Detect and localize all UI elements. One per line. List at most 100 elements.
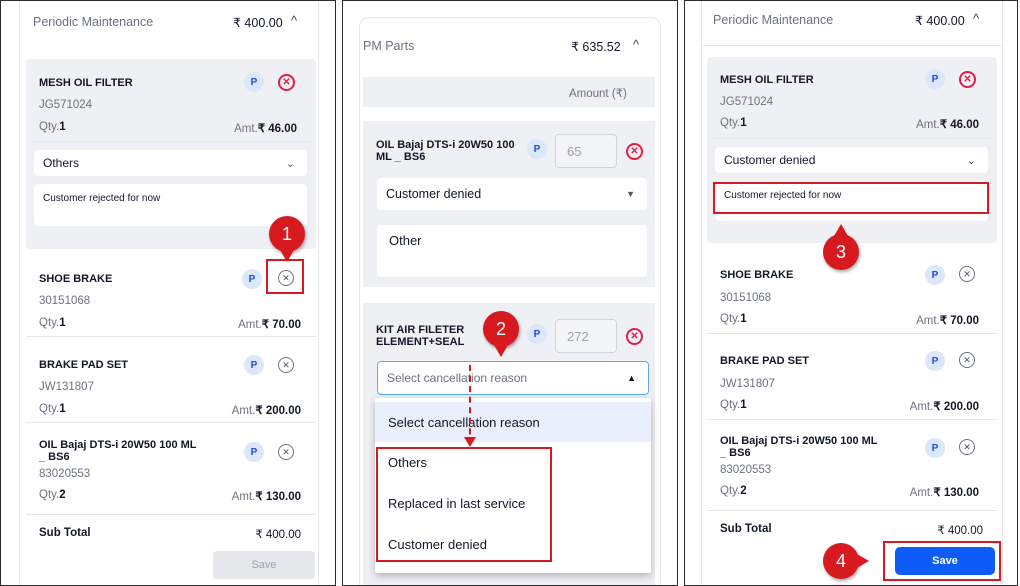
section-title: Periodic Maintenance [33,15,154,29]
section-title: Periodic Maintenance [713,13,834,27]
item-qty: Qty.1 [39,403,66,415]
panel-step-1: Periodic Maintenance ₹ 400.00 ^ MESH OIL… [0,0,336,586]
section-amount: ₹ 400.00 [915,14,965,28]
subtotal-value: ₹ 400.00 [255,529,301,541]
reason-select-value: Others [43,156,80,170]
reason-select[interactable]: Customer denied ▼ [377,178,647,210]
item-name: OIL Bajaj DTS-i 20W50 100 ML _ BS6 [376,139,515,163]
item-qty: Qty.2 [39,489,66,501]
highlight-box [376,447,552,562]
remove-item-icon[interactable]: ✕ [278,357,294,373]
p-badge-icon: P [244,72,264,92]
remove-item-icon[interactable]: ✕ [626,143,643,160]
divider [713,138,991,139]
item-code: 83020553 [720,464,772,476]
item-name: SHOE BRAKE [39,273,113,285]
p-badge-icon: P [925,438,945,458]
item-amount: Amt.₹ 46.00 [916,119,979,131]
divider [707,510,997,511]
p-badge-icon: P [244,442,264,462]
item-name: OIL Bajaj DTS-i 20W50 100 ML _ BS6 [720,435,878,459]
step-callout: 1 [269,216,305,262]
reason-select[interactable]: Others ⌄ [34,150,307,176]
item-amount: Amt.₹ 46.00 [234,123,297,135]
item-code: JW131807 [720,378,775,390]
section-amount: ₹ 635.52 [571,40,621,54]
divider [26,336,316,337]
comment-textarea[interactable]: Customer rejected for now [34,184,307,226]
reason-select-value: Customer denied [386,187,482,201]
step-callout: 2 [483,311,519,357]
chevron-up-icon[interactable]: ^ [291,13,297,28]
item-amount: Amt.₹ 130.00 [231,491,301,503]
reason-select[interactable]: Customer denied ⌄ [715,147,988,173]
item-name: KIT AIR FILETER ELEMENT+SEAL [376,324,465,348]
arrow-down-icon [464,437,476,447]
remove-item-icon[interactable]: ✕ [959,71,976,88]
p-badge-icon: P [925,351,945,371]
subtotal-label: Sub Total [39,527,91,539]
item-qty: Qty.1 [39,121,66,133]
row-separator [363,107,655,121]
item-amount: Amt.₹ 200.00 [231,405,301,417]
select-placeholder: Select cancellation reason [387,371,528,385]
item-amount: Amt.₹ 200.00 [909,401,979,413]
chevron-down-icon: ⌄ [966,154,976,167]
p-badge-icon: P [527,324,547,344]
remove-item-icon[interactable]: ✕ [959,439,975,455]
item-qty: Qty.1 [720,399,747,411]
remove-item-icon[interactable]: ✕ [959,266,975,282]
item-name: BRAKE PAD SET [720,355,810,367]
item-code: JG571024 [39,99,93,111]
divider [707,333,997,334]
quantity-input[interactable]: 65 [555,134,617,168]
section-amount: ₹ 400.00 [233,16,283,30]
step-callout: 3 [823,224,859,270]
chevron-down-icon: ⌄ [285,157,295,170]
comment-textarea[interactable]: Other [377,225,647,277]
subtotal-label: Sub Total [720,523,772,535]
item-code: JG571024 [720,96,774,108]
step-callout: 4 [823,543,869,579]
comment-text: Other [389,233,422,248]
divider [26,514,316,515]
dashed-connector [469,365,471,445]
item-qty: Qty.1 [720,313,747,325]
caret-up-icon: ▲ [627,373,636,383]
divider [701,45,1003,46]
remove-item-icon[interactable]: ✕ [959,352,975,368]
item-name: MESH OIL FILTER [39,77,133,89]
p-badge-icon: P [925,265,945,285]
item-name: BRAKE PAD SET [39,359,129,371]
chevron-up-icon[interactable]: ^ [973,11,979,26]
divider [26,422,316,423]
dropdown-option-placeholder[interactable]: Select cancellation reason [375,402,651,442]
highlight-box [266,259,304,294]
item-amount: Amt.₹ 130.00 [909,487,979,499]
row-separator [363,287,655,303]
cancellation-reason-select[interactable]: Select cancellation reason ▲ [377,361,649,395]
p-badge-icon: P [527,139,547,159]
chevron-up-icon[interactable]: ^ [633,37,639,52]
item-name: SHOE BRAKE [720,269,794,281]
subtotal-value: ₹ 400.00 [937,525,983,537]
item-qty: Qty.2 [720,485,747,497]
section-title: PM Parts [363,39,415,53]
remove-item-icon[interactable]: ✕ [626,328,643,345]
save-button[interactable]: Save [213,551,315,579]
item-code: JW131807 [39,381,94,393]
item-code: 30151068 [720,292,772,304]
p-badge-icon: P [244,355,264,375]
remove-item-icon[interactable]: ✕ [278,74,295,91]
item-amount: Amt.₹ 70.00 [916,315,979,327]
item-code: 30151068 [39,295,91,307]
remove-item-icon[interactable]: ✕ [278,444,294,460]
item-name: OIL Bajaj DTS-i 20W50 100 ML _ BS6 [39,439,197,463]
quantity-input[interactable]: 272 [555,319,617,353]
amount-column-header: Amount (₹) [569,88,627,100]
reason-select-value: Customer denied [724,153,816,167]
divider [707,419,997,420]
item-amount: Amt.₹ 70.00 [238,319,301,331]
item-name: MESH OIL FILTER [720,74,814,86]
highlight-box [713,182,989,214]
